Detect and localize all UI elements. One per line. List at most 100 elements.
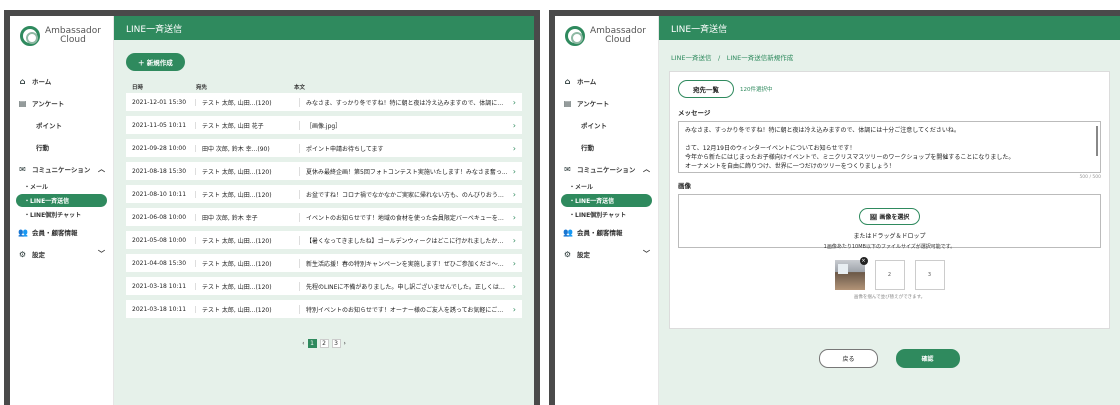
message-textarea[interactable]: みなさま、すっかり冬ですね！特に朝と夜は冷え込みますので、体調には十分ご注意して… xyxy=(678,121,1101,173)
row-body: みなさま、すっかり冬ですね！特に朝と夜は冷え込みますので、体調には... xyxy=(306,99,509,107)
nav-item-point[interactable]: ポイント xyxy=(10,114,113,136)
chevron-right-icon: › xyxy=(512,143,516,153)
nav-item-point[interactable]: ポイント xyxy=(555,114,658,136)
table-row[interactable]: 2021-03-18 10:11 テスト 太郎, 山田...(120) 特別イベント… xyxy=(126,300,522,318)
table-row[interactable]: 2021-09-28 10:00 田中 次郎, 鈴木 幸...(90) ポイント申請… xyxy=(126,139,522,157)
nav-item-line-individual[interactable]: ・LINE個別チャット xyxy=(10,208,113,221)
nav-item-home[interactable]: ⌂ ホーム xyxy=(10,70,113,92)
nav-item-home[interactable]: ⌂ ホーム xyxy=(555,70,658,92)
page-title: LINE一斉送信 xyxy=(114,16,534,40)
image-slot-2[interactable]: 2 xyxy=(874,260,905,290)
new-message-button[interactable]: ＋ 新規作成 xyxy=(126,53,185,71)
row-date: 2021-09-28 10:00 xyxy=(132,144,196,152)
image-slot-3[interactable]: 3 xyxy=(914,260,945,290)
nav-item-action[interactable]: 行動 xyxy=(10,136,113,158)
people-icon: 👥 xyxy=(563,227,573,237)
breadcrumb[interactable]: LINE一斉送信 / LINE一斉送信新規作成 xyxy=(659,40,1120,62)
select-image-button[interactable]: 🖼 画像を選択 xyxy=(858,208,921,225)
people-icon: 👥 xyxy=(18,227,28,237)
recipients-button[interactable]: 宛先一覧 xyxy=(678,80,734,98)
logo-text: Ambassador Cloud xyxy=(45,27,101,45)
logo[interactable]: Ambassador Cloud xyxy=(10,20,113,50)
nav-item-members[interactable]: 👥 会員・顧客情報 xyxy=(555,221,658,243)
nav-item-communication[interactable]: ✉ コミュニケーション ︿ xyxy=(10,158,113,180)
row-date: 2021-06-08 10:00 xyxy=(132,213,196,221)
table-row[interactable]: 2021-08-10 10:11 テスト 太郎, 山田...(120) お盆ですね！… xyxy=(126,185,522,203)
nav-item-settings[interactable]: ⚙ 設定 ﹀ xyxy=(555,243,658,265)
nav-label: ホーム xyxy=(577,78,597,86)
nav-item-line-individual[interactable]: ・LINE個別チャット xyxy=(555,208,658,221)
textarea-scrollbar[interactable] xyxy=(1096,126,1098,156)
next-page-icon[interactable]: › xyxy=(344,340,346,347)
list-screen: Ambassador Cloud ⌂ ホーム ▤ アンケート ポイント 行動 ✉ コミ… xyxy=(4,10,540,405)
row-body: イベントのお知らせです！地域の食材を使った会員限定バーベキューを開催... xyxy=(306,214,509,222)
nav-item-action[interactable]: 行動 xyxy=(555,136,658,158)
confirm-button[interactable]: 確認 xyxy=(895,349,960,368)
row-body: 【暑くなってきましたね】ゴールデンウィークはどこに行かれましたか？... xyxy=(306,237,509,245)
table-row[interactable]: 2021-06-08 10:00 田中 次郎, 鈴木 幸子 イベントのお知らせです！… xyxy=(126,208,522,226)
sidebar: Ambassador Cloud ⌂ ホーム ▤ アンケート ポイント 行動 ✉ コミ… xyxy=(10,16,114,405)
mail-icon: ✉ xyxy=(19,164,26,174)
drop-text: またはドラッグ＆ドロップ xyxy=(853,233,926,240)
nav-item-line-bulk[interactable]: ・LINE一斉送信 xyxy=(561,194,652,207)
row-body: お盆ですね！コロナ禍でなかなかご実家に帰れない方も、のんびりおうち... xyxy=(306,191,509,199)
table-row[interactable]: 2021-03-18 10:11 テスト 太郎, 山田...(120) 先程のLIN… xyxy=(126,277,522,295)
prev-page-icon[interactable]: ‹ xyxy=(302,340,304,347)
row-date: 2021-05-08 10:00 xyxy=(132,236,196,244)
row-body: 夏休み最終企画！第5回フォトコンテスト実施いたします！みなさま奮っ... xyxy=(306,168,508,176)
nav-item-survey[interactable]: ▤ アンケート xyxy=(555,92,658,114)
create-screen: Ambassador Cloud ⌂ ホーム ▤ アンケート ポイント 行動 ✉ コミ… xyxy=(549,10,1120,405)
row-date: 2021-08-10 10:11 xyxy=(132,190,196,198)
chevron-up-icon: ︿ xyxy=(98,165,105,173)
logo-text: Ambassador Cloud xyxy=(590,27,646,45)
home-icon: ⌂ xyxy=(564,76,571,86)
room-window xyxy=(837,264,848,274)
message-list: 2021-12-01 15:30 テスト 太郎, 山田...(120) みなさま、す… xyxy=(126,93,522,318)
stage: Ambassador Cloud ⌂ ホーム ▤ アンケート ポイント 行動 ✉ コミ… xyxy=(0,0,1120,405)
table-row[interactable]: 2021-08-18 15:30 テスト 太郎, 山田...(120) 夏休み最終企… xyxy=(126,162,522,180)
drop-note: 1画像あたり10MB以下のファイルサイズが選択可能です。 xyxy=(823,244,956,250)
nav-label: 設定 xyxy=(577,251,590,259)
row-recipients: テスト 太郎, 山田...(120) xyxy=(202,281,300,291)
row-recipients: テスト 太郎, 山田...(120) xyxy=(202,166,300,176)
page-3[interactable]: 3 xyxy=(331,339,341,348)
row-recipients: テスト 太郎, 山田...(120) xyxy=(202,97,300,107)
main-panel: LINE一斉送信 LINE一斉送信 / LINE一斉送信新規作成 宛先一覧 12… xyxy=(659,16,1120,405)
nav-item-line-bulk[interactable]: ・LINE一斉送信 xyxy=(16,194,107,207)
nav-label: ホーム xyxy=(32,78,52,86)
row-date: 2021-03-18 10:11 xyxy=(132,305,196,313)
nav-item-mail[interactable]: ・メール xyxy=(10,180,113,193)
page-2[interactable]: 2 xyxy=(319,339,329,348)
table-row[interactable]: 2021-12-01 15:30 テスト 太郎, 山田...(120) みなさま、す… xyxy=(126,93,522,111)
chevron-down-icon: ﹀ xyxy=(643,250,650,258)
image-dropzone[interactable]: 🖼 画像を選択 またはドラッグ＆ドロップ 1画像あたり10MB以下のファイルサイ… xyxy=(678,194,1101,250)
page-title: LINE一斉送信 xyxy=(659,16,1120,40)
message-line: 今年から新たにはじまったお子様向けイベントで、ミニクリスマスツリーのワークショッ… xyxy=(685,154,1015,161)
nav-item-members[interactable]: 👥 会員・顧客情報 xyxy=(10,221,113,243)
chevron-right-icon: › xyxy=(512,120,516,130)
nav-menu: ⌂ ホーム ▤ アンケート ポイント 行動 ✉ コミュニケーション ︿ ・メール ・LI… xyxy=(555,70,658,265)
page-1[interactable]: 1 xyxy=(307,339,317,348)
table-row[interactable]: 2021-11-05 10:11 テスト 太郎, 山田 花子 ［画像.jpg］ › xyxy=(126,116,522,134)
row-date: 2021-04-08 15:30 xyxy=(132,259,196,267)
remove-image-icon[interactable]: × xyxy=(859,257,868,265)
nav-item-mail[interactable]: ・メール xyxy=(555,180,658,193)
compose-card: 宛先一覧 120件選択中 メッセージ みなさま、すっかり冬ですね！特に朝と夜は冷… xyxy=(669,71,1110,329)
nav-label: コミュニケーション xyxy=(32,166,91,174)
table-header: 日時 宛先 本文 xyxy=(126,81,522,93)
row-recipients: 田中 次郎, 鈴木 幸子 xyxy=(202,212,300,222)
logo[interactable]: Ambassador Cloud xyxy=(555,20,658,50)
nav-item-survey[interactable]: ▤ アンケート xyxy=(10,92,113,114)
image-thumbnail[interactable]: × xyxy=(834,257,868,290)
col-to: 宛先 xyxy=(196,85,208,91)
clipboard-icon: ▤ xyxy=(18,98,27,108)
row-date: 2021-03-18 10:11 xyxy=(132,282,196,290)
nav-item-communication[interactable]: ✉ コミュニケーション ︿ xyxy=(555,158,658,180)
nav-item-settings[interactable]: ⚙ 設定 ﹀ xyxy=(10,243,113,265)
back-button[interactable]: 戻る xyxy=(819,349,878,368)
table-row[interactable]: 2021-05-08 10:00 テスト 太郎, 山田...(120) 【暑くなって… xyxy=(126,231,522,249)
chevron-right-icon: › xyxy=(512,304,516,314)
row-recipients: テスト 太郎, 山田...(120) xyxy=(202,304,300,314)
table-row[interactable]: 2021-04-08 15:30 テスト 太郎, 山田...(120) 新生活応援！… xyxy=(126,254,522,272)
chevron-right-icon: › xyxy=(512,97,516,107)
